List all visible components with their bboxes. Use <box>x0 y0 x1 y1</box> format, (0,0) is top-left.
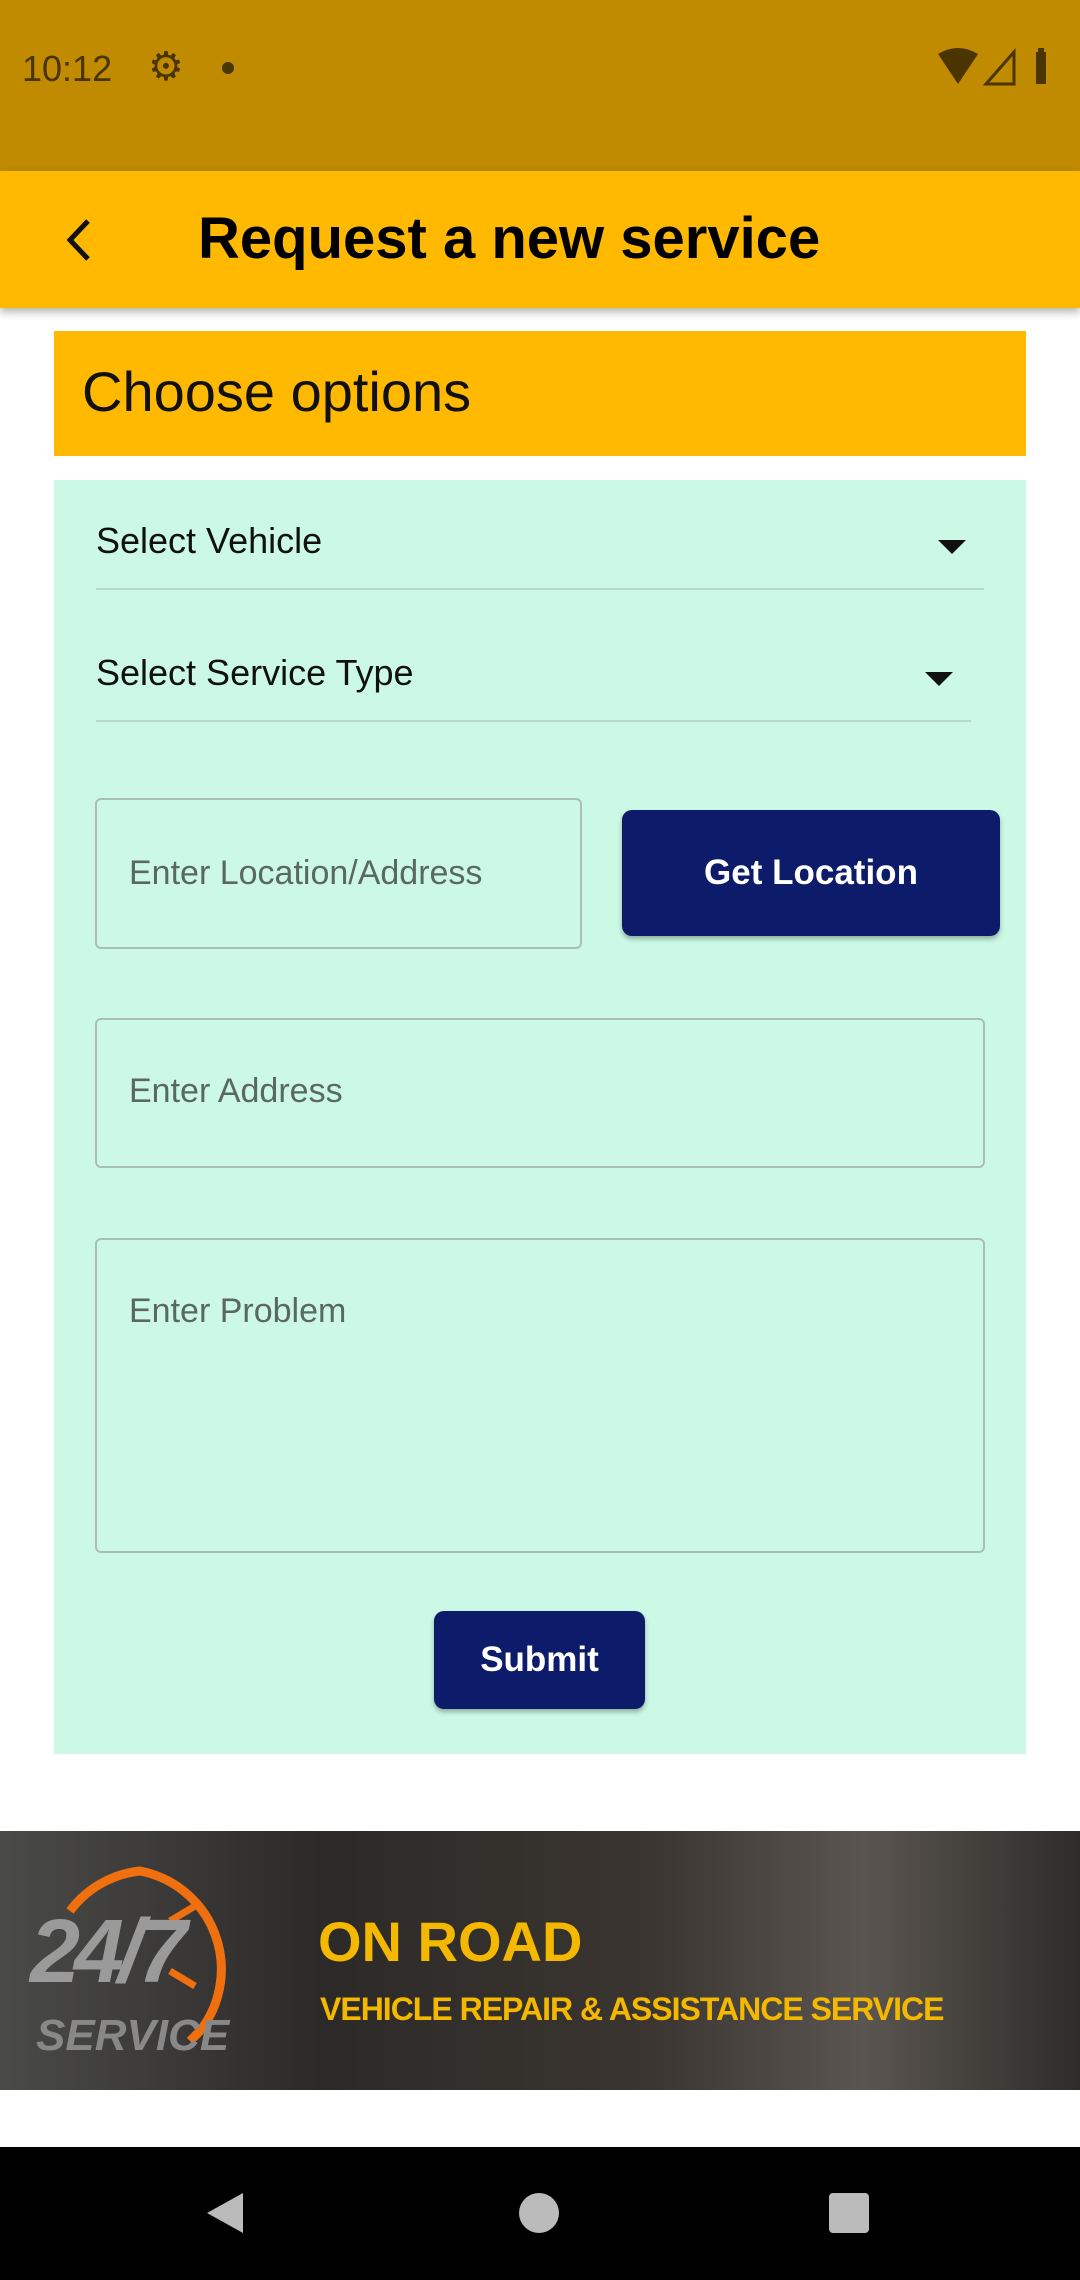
wifi-signal-battery-icons <box>938 48 1046 86</box>
vehicle-dropdown-label: Select Vehicle <box>96 520 323 561</box>
section-title: Choose options <box>54 331 1026 456</box>
banner-headline: ON ROAD <box>318 1910 583 1973</box>
location-input[interactable]: Enter Location/Address <box>95 798 582 949</box>
notification-dot-icon <box>222 62 234 74</box>
badge-number: 24/7 <box>30 1902 187 2002</box>
service-type-dropdown-label: Select Service Type <box>96 652 414 693</box>
service-type-dropdown[interactable]: Select Service Type <box>96 652 971 722</box>
recents-nav-icon[interactable] <box>829 2193 869 2233</box>
problem-textarea[interactable]: Enter Problem <box>95 1238 985 1553</box>
form-panel: Select Vehicle Select Service Type Enter… <box>54 480 1026 1754</box>
badge-word: SERVICE <box>36 2011 230 2060</box>
vehicle-dropdown[interactable]: Select Vehicle <box>96 520 984 590</box>
back-nav-icon[interactable] <box>205 2191 245 2235</box>
chevron-down-icon <box>938 540 966 554</box>
submit-button[interactable]: Submit <box>434 1611 645 1709</box>
banner-tagline: VEHICLE REPAIR & ASSISTANCE SERVICE <box>320 1991 944 2027</box>
settings-icon: ⚙ <box>148 45 184 89</box>
status-bar: 10:12 ⚙ <box>0 0 1080 171</box>
status-time: 10:12 <box>22 48 113 89</box>
promo-banner: 24/7 SERVICE ON ROAD VEHICLE REPAIR & AS… <box>0 1831 1080 2090</box>
back-arrow-icon[interactable] <box>60 215 96 265</box>
page-title: Request a new service <box>198 206 821 271</box>
system-nav-bar <box>0 2147 1080 2280</box>
address-input[interactable]: Enter Address <box>95 1018 985 1168</box>
app-bar: Request a new service <box>0 171 1080 308</box>
home-nav-icon[interactable] <box>519 2193 559 2233</box>
get-location-button[interactable]: Get Location <box>622 810 1000 936</box>
chevron-down-icon <box>925 672 953 686</box>
